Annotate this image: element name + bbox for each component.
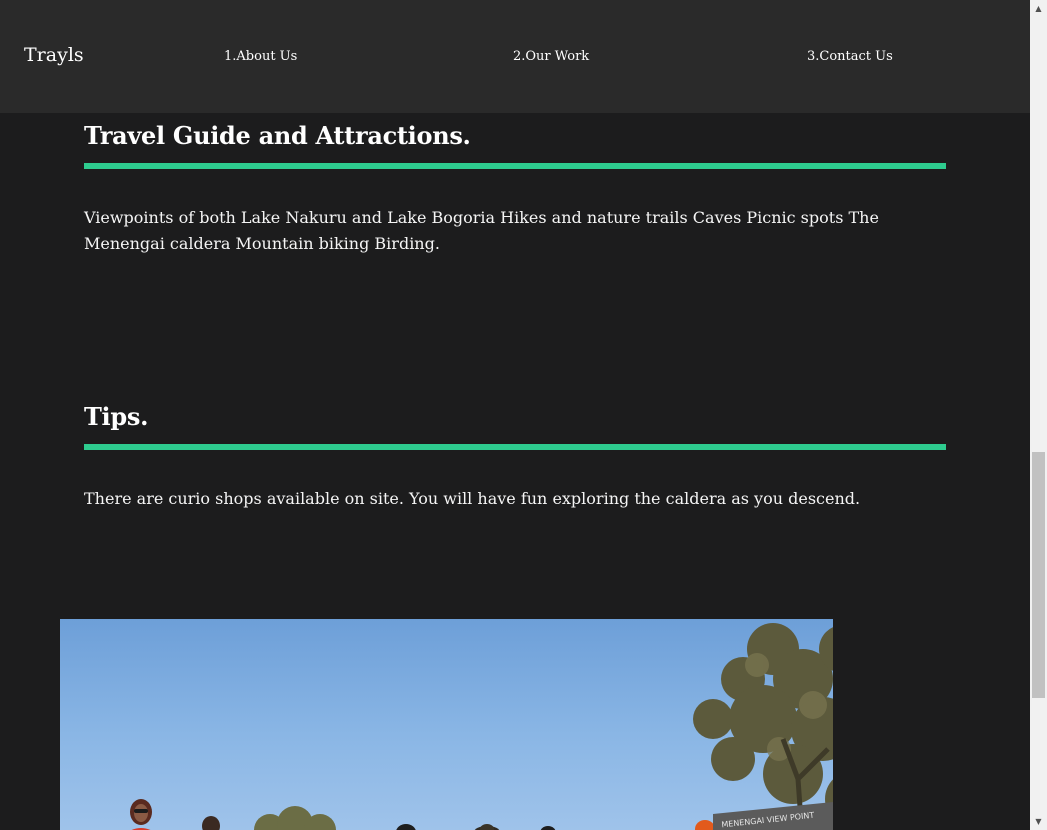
nav-link-about-us[interactable]: 1.About Us (224, 49, 297, 64)
person-figure (202, 816, 220, 830)
person-figure (130, 799, 152, 830)
tree-illustration (693, 623, 833, 830)
bush-illustration (254, 806, 336, 830)
section-body: There are curio shops available on site.… (84, 489, 861, 508)
section-divider (84, 444, 946, 450)
section-body: Viewpoints of both Lake Nakuru and Lake … (84, 208, 879, 253)
person-figure (396, 824, 416, 830)
scrollbar-thumb[interactable] (1032, 452, 1045, 698)
page-viewport: Trayls 1.About Us 2.Our Work 3.Contact U… (0, 0, 1030, 830)
section-travel-guide: Travel Guide and Attractions. Viewpoints… (84, 121, 946, 253)
navbar: Trayls 1.About Us 2.Our Work 3.Contact U… (0, 0, 1030, 113)
section-divider (84, 163, 946, 169)
vertical-scrollbar[interactable]: ▲ ▼ (1030, 0, 1047, 830)
viewpoint-sign: MENENGAI VIEW POINT (713, 802, 833, 830)
section-heading: Tips. (84, 402, 149, 431)
group-photo: MENENGAI VIEW POINT (60, 619, 833, 830)
scroll-up-arrow-icon[interactable]: ▲ (1030, 0, 1047, 17)
person-figure (540, 826, 556, 830)
section-heading: Travel Guide and Attractions. (84, 121, 471, 150)
brand-logo[interactable]: Trayls (24, 44, 84, 66)
scroll-down-arrow-icon[interactable]: ▼ (1030, 813, 1047, 830)
nav-link-our-work[interactable]: 2.Our Work (513, 49, 589, 64)
nav-link-contact-us[interactable]: 3.Contact Us (807, 49, 893, 64)
person-figure (474, 824, 500, 830)
section-tips: Tips. There are curio shops available on… (84, 402, 946, 508)
